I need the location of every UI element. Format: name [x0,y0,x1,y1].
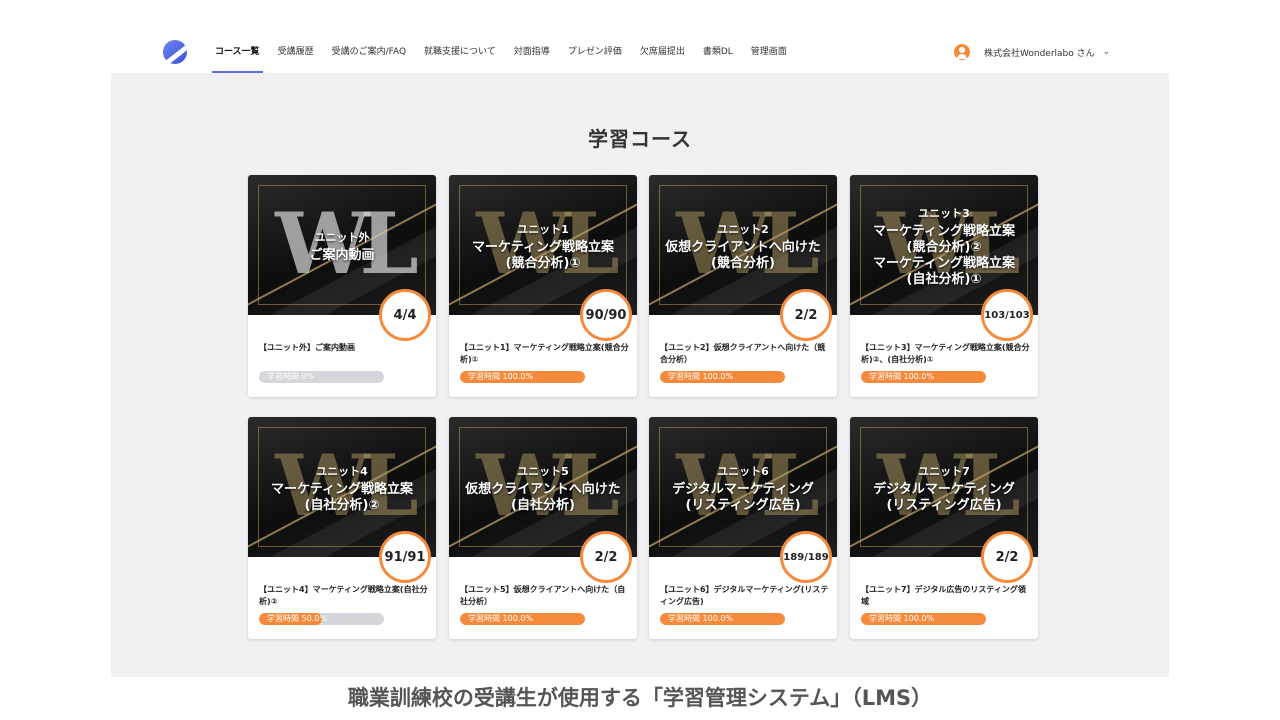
main-nav: コース一覧 受講履歴 受講のご案内/FAQ 就職支援について 対面指導 プレゼン… [212,40,802,73]
course-title: 【ユニット4】マーケティング戦略立案(自社分析)② [259,585,428,606]
thumbnail-caption: ユニット4 マーケティング戦略立案 (自社分析)② [248,464,436,514]
study-progress-bar: 学習時間 100.0% [460,613,585,625]
thumbnail-caption-text: ご案内動画 [309,248,375,263]
thumbnail-caption: ユニット6 デジタルマーケティング (リスティング広告) [649,464,837,514]
course-card[interactable]: WL ユニット2 仮想クライアントへ向けた (競合分析) 2/2 【ユニット2】仮想クラ… [649,175,837,397]
nav-item-presentation[interactable]: プレゼン評価 [565,40,625,73]
nav-item-documents[interactable]: 書類DL [700,40,736,73]
course-card[interactable]: WL ユニット1 マーケティング戦略立案 (競合分析)① 90/90 【ユニット1】マー… [449,175,637,397]
nav-item-in-person[interactable]: 対面指導 [511,40,553,73]
progress-label: 学習時間 0% [267,372,315,381]
study-progress-bar: 学習時間 100.0% [861,613,986,625]
main-content: 学習コース WL ユニット外 ご案内動画 4/4 【ユニット外】ご案内動画 学習時間 0%… [111,73,1169,677]
study-progress-bar: 学習時間 100.0% [460,371,585,383]
completion-badge: 91/91 [379,531,431,583]
thumbnail-unit-label: ユニット外 [314,231,370,244]
thumbnail-unit-label: ユニット7 [918,465,970,478]
progress-label: 学習時間 100.0% [468,372,534,381]
nav-item-guide-faq[interactable]: 受講のご案内/FAQ [329,40,409,73]
completion-badge: 4/4 [379,289,431,341]
completion-badge: 2/2 [981,531,1033,583]
course-title: 【ユニット1】マーケティング戦略立案(競合分析)① [460,343,629,364]
user-avatar-icon [954,44,970,60]
user-menu[interactable]: 株式会社Wonderlabo さん ⌄ [954,43,1110,61]
thumbnail-caption: ユニット1 マーケティング戦略立案 (競合分析)① [449,222,637,272]
thumbnail-unit-label: ユニット1 [517,223,569,236]
progress-label: 学習時間 100.0% [668,614,734,623]
thumbnail-caption-text: マーケティング戦略立案 (自社分析)② [271,482,413,513]
thumbnail-caption-text: マーケティング戦略立案 (競合分析)② マーケティング戦略立案 (自社分析)① [873,224,1015,287]
top-navbar: コース一覧 受講履歴 受講のご案内/FAQ 就職支援について 対面指導 プレゼン… [0,0,1280,73]
course-title: 【ユニット7】デジタル広告のリスティング領域 [861,585,1026,606]
thumbnail-unit-label: ユニット3 [918,207,970,220]
course-card[interactable]: WL ユニット3 マーケティング戦略立案 (競合分析)② マーケティング戦略立案 (… [850,175,1038,397]
thumbnail-caption-text: デジタルマーケティング (リスティング広告) [873,482,1015,513]
completion-badge: 90/90 [580,289,632,341]
course-title: 【ユニット外】ご案内動画 [259,343,355,352]
thumbnail-caption-text: マーケティング戦略立案 (競合分析)① [472,240,614,271]
nav-item-history[interactable]: 受講履歴 [275,40,317,73]
progress-label: 学習時間 100.0% [869,372,935,381]
course-title: 【ユニット2】仮想クライアントへ向けた（競合分析） [660,343,826,364]
thumbnail-caption-text: 仮想クライアントへ向けた (競合分析) [665,240,821,271]
progress-label: 学習時間 100.0% [869,614,935,623]
course-title: 【ユニット3】マーケティング戦略立案(競合分析)②、(自社分析)① [861,343,1030,364]
progress-label: 学習時間 100.0% [668,372,734,381]
thumbnail-caption: ユニット2 仮想クライアントへ向けた (競合分析) [649,222,837,272]
nav-item-job-support[interactable]: 就職支援について [421,40,499,73]
course-title: 【ユニット5】仮想クライアントへ向けた（自社分析） [460,585,626,606]
course-card[interactable]: WL ユニット7 デジタルマーケティング (リスティング広告) 2/2 【ユニット7】デ… [850,417,1038,639]
thumbnail-unit-label: ユニット5 [517,465,569,478]
study-progress-bar: 学習時間 100.0% [861,371,986,383]
page-title: 学習コース [588,127,692,151]
study-progress-bar: 学習時間 0% [259,371,384,383]
app-logo-icon[interactable] [163,40,187,64]
thumbnail-caption: ユニット外ご案内動画 [248,230,436,264]
course-card[interactable]: WL ユニット5 仮想クライアントへ向けた (自社分析) 2/2 【ユニット5】仮想クラ… [449,417,637,639]
thumbnail-caption-text: デジタルマーケティング (リスティング広告) [672,482,814,513]
thumbnail-unit-label: ユニット4 [316,465,368,478]
nav-item-absence[interactable]: 欠席届提出 [637,40,688,73]
thumbnail-caption: ユニット5 仮想クライアントへ向けた (自社分析) [449,464,637,514]
thumbnail-unit-label: ユニット6 [717,465,769,478]
completion-badge: 103/103 [981,289,1033,341]
thumbnail-unit-label: ユニット2 [717,223,769,236]
course-title: 【ユニット6】デジタルマーケティング(リスティング広告) [660,585,829,606]
nav-item-admin[interactable]: 管理画面 [748,40,790,73]
progress-label: 学習時間 100.0% [468,614,534,623]
study-progress-bar: 学習時間 100.0% [660,371,785,383]
thumbnail-caption: ユニット7 デジタルマーケティング (リスティング広告) [850,464,1038,514]
nav-item-course-list[interactable]: コース一覧 [212,40,263,73]
course-card[interactable]: WL ユニット外 ご案内動画 4/4 【ユニット外】ご案内動画 学習時間 0% [248,175,436,397]
user-name: 株式会社Wonderlabo さん [984,48,1095,59]
thumbnail-caption-text: 仮想クライアントへ向けた (自社分析) [465,482,621,513]
chevron-down-icon: ⌄ [1102,47,1111,57]
progress-label: 学習時間 50.0% [267,614,327,623]
study-progress-bar: 学習時間 100.0% [660,613,785,625]
completion-badge: 2/2 [780,289,832,341]
course-card[interactable]: WL ユニット4 マーケティング戦略立案 (自社分析)② 91/91 【ユニット4】マー… [248,417,436,639]
thumbnail-caption: ユニット3 マーケティング戦略立案 (競合分析)② マーケティング戦略立案 (自社… [850,206,1038,288]
course-card[interactable]: WL ユニット6 デジタルマーケティング (リスティング広告) 189/189 【ユニッ… [649,417,837,639]
completion-badge: 189/189 [780,531,832,583]
footer-caption: 職業訓練校の受講生が使用する「学習管理システム」（LMS） [347,686,933,710]
completion-badge: 2/2 [580,531,632,583]
study-progress-bar: 学習時間 50.0% [259,613,384,625]
